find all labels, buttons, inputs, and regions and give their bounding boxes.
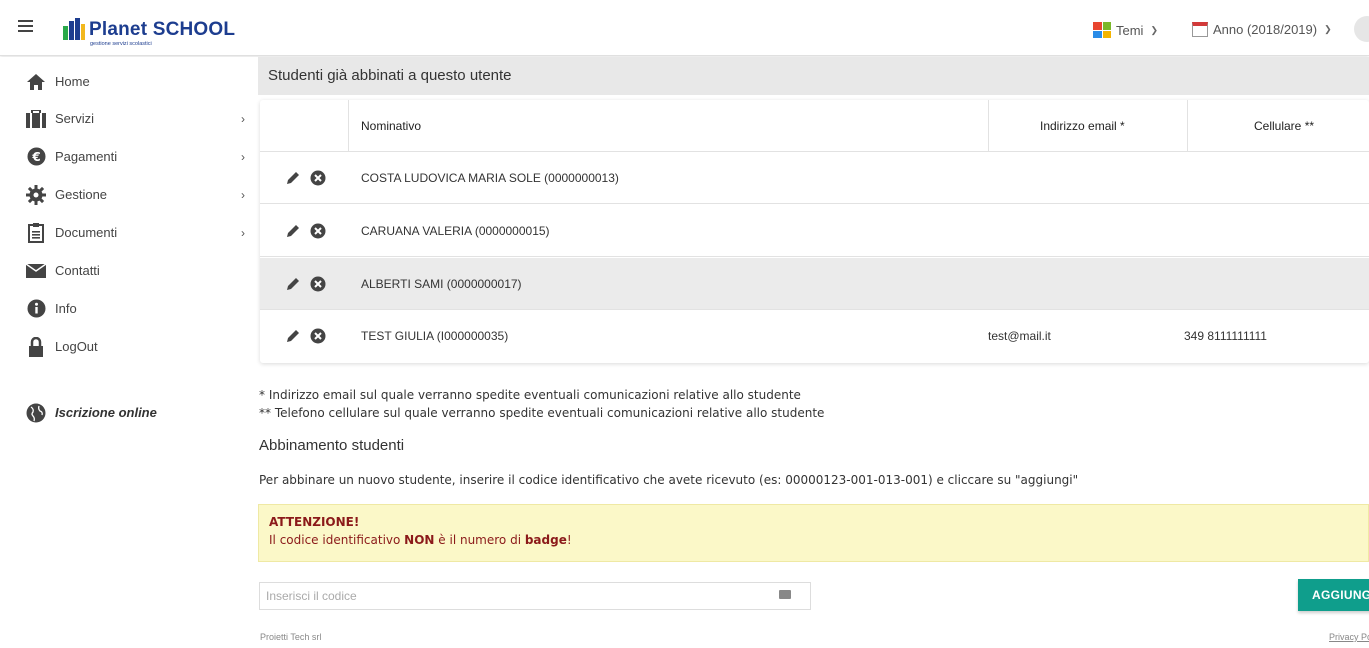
clipboard-icon bbox=[25, 222, 47, 243]
sidebar-item-label: LogOut bbox=[55, 339, 98, 354]
lock-icon bbox=[25, 336, 47, 357]
student-name: ALBERTI SAMI (0000000017) bbox=[361, 277, 522, 291]
themes-icon bbox=[1093, 22, 1111, 38]
column-divider bbox=[988, 100, 989, 152]
themes-dropdown[interactable]: Temi ❯ bbox=[1093, 22, 1158, 38]
chevron-right-icon: › bbox=[241, 187, 245, 202]
student-name: COSTA LUDOVICA MARIA SOLE (0000000013) bbox=[361, 171, 619, 185]
sidebar-item-label: Contatti bbox=[55, 263, 100, 278]
chevron-down-icon: ❯ bbox=[1324, 24, 1332, 34]
sidebar-item-home[interactable]: Home bbox=[0, 63, 258, 100]
code-input[interactable] bbox=[259, 582, 811, 610]
column-divider bbox=[348, 100, 349, 152]
keyboard-icon bbox=[779, 590, 791, 599]
sidebar-item-pagamenti[interactable]: € Pagamenti › bbox=[0, 138, 258, 175]
year-label: Anno (2018/2019) bbox=[1213, 22, 1318, 37]
column-header-name: Nominativo bbox=[361, 119, 422, 133]
sidebar-item-label: Servizi bbox=[55, 111, 95, 126]
table-row: COSTA LUDOVICA MARIA SOLE (0000000013) bbox=[260, 152, 1369, 204]
edit-pencil-icon[interactable] bbox=[284, 327, 302, 345]
sidebar-item-documenti[interactable]: Documenti › bbox=[0, 214, 258, 251]
gear-icon bbox=[25, 184, 47, 205]
remove-circle-icon[interactable] bbox=[309, 327, 327, 345]
student-name: TEST GIULIA (I000000035) bbox=[361, 329, 509, 343]
student-phone: 349 8111111111 bbox=[1184, 329, 1267, 343]
sidebar: Home Servizi › € Pagamenti › Gestione › … bbox=[0, 57, 258, 648]
briefcase-icon bbox=[25, 109, 47, 129]
table-row: TEST GIULIA (I000000035) test@mail.it 34… bbox=[260, 310, 1369, 362]
instructions-text: Per abbinare un nuovo studente, inserire… bbox=[259, 473, 1079, 487]
home-icon bbox=[25, 72, 47, 92]
warning-text: Il codice identificativo NON è il numero… bbox=[269, 533, 572, 547]
calendar-icon bbox=[1192, 22, 1208, 37]
remove-circle-icon[interactable] bbox=[309, 275, 327, 293]
page-title: Studenti già abbinati a questo utente bbox=[268, 67, 512, 84]
edit-pencil-icon[interactable] bbox=[284, 275, 302, 293]
student-name: CARUANA VALERIA (0000000015) bbox=[361, 224, 550, 238]
info-icon bbox=[25, 299, 47, 319]
euro-icon: € bbox=[25, 147, 47, 167]
add-button[interactable]: AGGIUNGI bbox=[1298, 579, 1369, 611]
table-footnotes: * Indirizzo email sul quale verranno spe… bbox=[259, 386, 824, 422]
footer-company: Proietti Tech srl bbox=[260, 632, 322, 642]
sidebar-item-contatti[interactable]: Contatti bbox=[0, 252, 258, 289]
panel-header: Studenti già abbinati a questo utente bbox=[258, 57, 1369, 95]
top-bar: Planet SCHOOL gestione servizi scolastic… bbox=[0, 0, 1369, 56]
app-name: Planet SCHOOL bbox=[89, 19, 236, 40]
globe-icon bbox=[25, 403, 47, 423]
logo-icon bbox=[63, 18, 85, 40]
section-title: Abbinamento studenti bbox=[259, 437, 405, 454]
chevron-right-icon: › bbox=[241, 225, 245, 240]
sidebar-item-label: Pagamenti bbox=[55, 149, 118, 164]
remove-circle-icon[interactable] bbox=[309, 222, 327, 240]
sidebar-item-label: Iscrizione online bbox=[55, 405, 157, 420]
table-header-row: Nominativo Indirizzo email * Cellulare *… bbox=[260, 100, 1369, 152]
themes-label: Temi bbox=[1116, 22, 1144, 38]
menu-icon[interactable] bbox=[18, 20, 33, 32]
column-divider bbox=[1187, 100, 1188, 152]
privacy-policy-link[interactable]: Privacy Policy bbox=[1329, 632, 1369, 642]
main-content: Studenti già abbinati a questo utente No… bbox=[258, 57, 1369, 648]
warning-box: ATTENZIONE! Il codice identificativo NON… bbox=[258, 504, 1369, 562]
edit-pencil-icon[interactable] bbox=[284, 222, 302, 240]
chevron-down-icon: ❯ bbox=[1150, 24, 1158, 35]
table-row: CARUANA VALERIA (0000000015) bbox=[260, 205, 1369, 257]
note-phone: ** Telefono cellulare sul quale verranno… bbox=[259, 406, 825, 420]
student-email: test@mail.it bbox=[988, 329, 1051, 343]
edit-pencil-icon[interactable] bbox=[284, 169, 302, 187]
remove-circle-icon[interactable] bbox=[309, 169, 327, 187]
sidebar-item-gestione[interactable]: Gestione › bbox=[0, 176, 258, 213]
sidebar-item-servizi[interactable]: Servizi › bbox=[0, 100, 258, 137]
envelope-icon bbox=[25, 261, 47, 281]
column-header-phone: Cellulare ** bbox=[1254, 119, 1315, 133]
students-table: Nominativo Indirizzo email * Cellulare *… bbox=[260, 100, 1369, 363]
table-row: ALBERTI SAMI (0000000017) bbox=[260, 258, 1369, 310]
sidebar-item-logout[interactable]: LogOut bbox=[0, 328, 258, 365]
svg-text:€: € bbox=[31, 150, 40, 164]
year-dropdown[interactable]: Anno (2018/2019) ❯ bbox=[1192, 22, 1332, 37]
sidebar-item-label: Home bbox=[55, 74, 90, 89]
user-avatar[interactable] bbox=[1354, 16, 1369, 42]
chevron-right-icon: › bbox=[241, 149, 245, 164]
sidebar-item-label: Documenti bbox=[55, 225, 118, 240]
chevron-right-icon: › bbox=[241, 111, 245, 126]
sidebar-item-label: Gestione bbox=[55, 187, 108, 202]
note-email: * Indirizzo email sul quale verranno spe… bbox=[259, 388, 801, 402]
sidebar-item-label: Info bbox=[55, 301, 77, 316]
sidebar-item-info[interactable]: Info bbox=[0, 290, 258, 327]
sidebar-item-online-registration[interactable]: Iscrizione online bbox=[0, 394, 258, 431]
warning-title: ATTENZIONE! bbox=[269, 515, 360, 529]
app-subtitle: gestione servizi scolastici bbox=[90, 41, 152, 47]
column-header-email: Indirizzo email * bbox=[1040, 119, 1125, 133]
